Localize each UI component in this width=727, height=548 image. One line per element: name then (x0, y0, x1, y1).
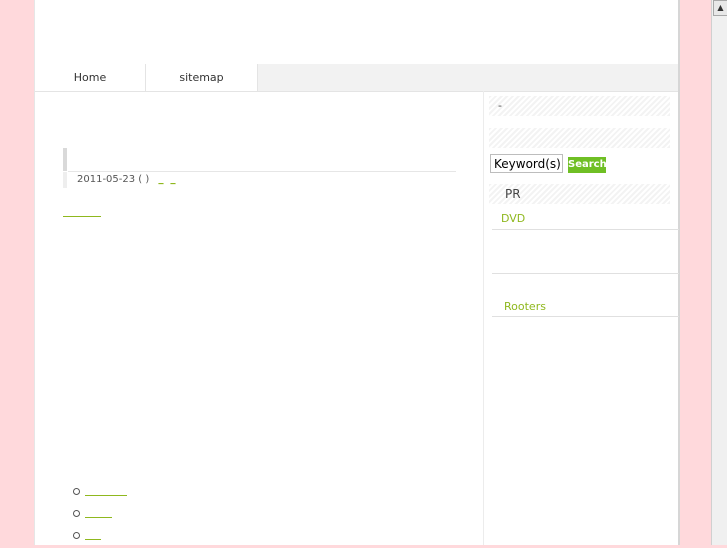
nav-home[interactable]: Home (35, 64, 146, 91)
list-link[interactable] (85, 484, 127, 496)
site-header (35, 0, 678, 64)
sidebar-heading: - (489, 96, 670, 116)
pr-heading: PR (489, 184, 670, 204)
post-divider (68, 171, 456, 172)
post-meta: 2011-05-23 ( ) _ _ (77, 174, 176, 185)
search-heading (489, 128, 670, 148)
search-button[interactable]: Search (568, 157, 607, 173)
sidebar-divider (492, 316, 679, 317)
post-meta-marker (63, 172, 67, 188)
bullet-icon (73, 488, 80, 495)
pr-heading-label: PR (505, 187, 521, 201)
page-container: Home sitemap 2011-05-23 ( ) _ _ - Keyword… (34, 0, 680, 545)
sidebar: - Keyword(s) Search PR DVD Rooters (483, 91, 679, 545)
bullet-icon (73, 510, 80, 517)
sidebar-heading-label: - (498, 99, 502, 112)
post-category-link[interactable]: _ (158, 174, 164, 185)
sidebar-link-dvd[interactable]: DVD (501, 212, 525, 225)
sidebar-divider (492, 273, 679, 274)
nav-sitemap[interactable]: sitemap (146, 64, 258, 91)
sidebar-link-rooters[interactable]: Rooters (504, 300, 546, 313)
list-link[interactable] (85, 528, 101, 540)
nav-bar: Home sitemap (35, 64, 678, 92)
bullet-icon (73, 532, 80, 539)
read-more-link[interactable] (63, 205, 101, 217)
post-title-marker (63, 148, 67, 171)
post-date: 2011-05-23 ( ) (77, 174, 150, 185)
arrow-up-icon[interactable]: ▲ (713, 0, 727, 16)
post-tag-link[interactable]: _ (170, 174, 176, 185)
search-input[interactable]: Keyword(s) (490, 154, 563, 173)
sidebar-divider (492, 229, 679, 230)
vertical-scrollbar[interactable]: ▲ (711, 0, 727, 545)
list-link[interactable] (85, 506, 112, 518)
